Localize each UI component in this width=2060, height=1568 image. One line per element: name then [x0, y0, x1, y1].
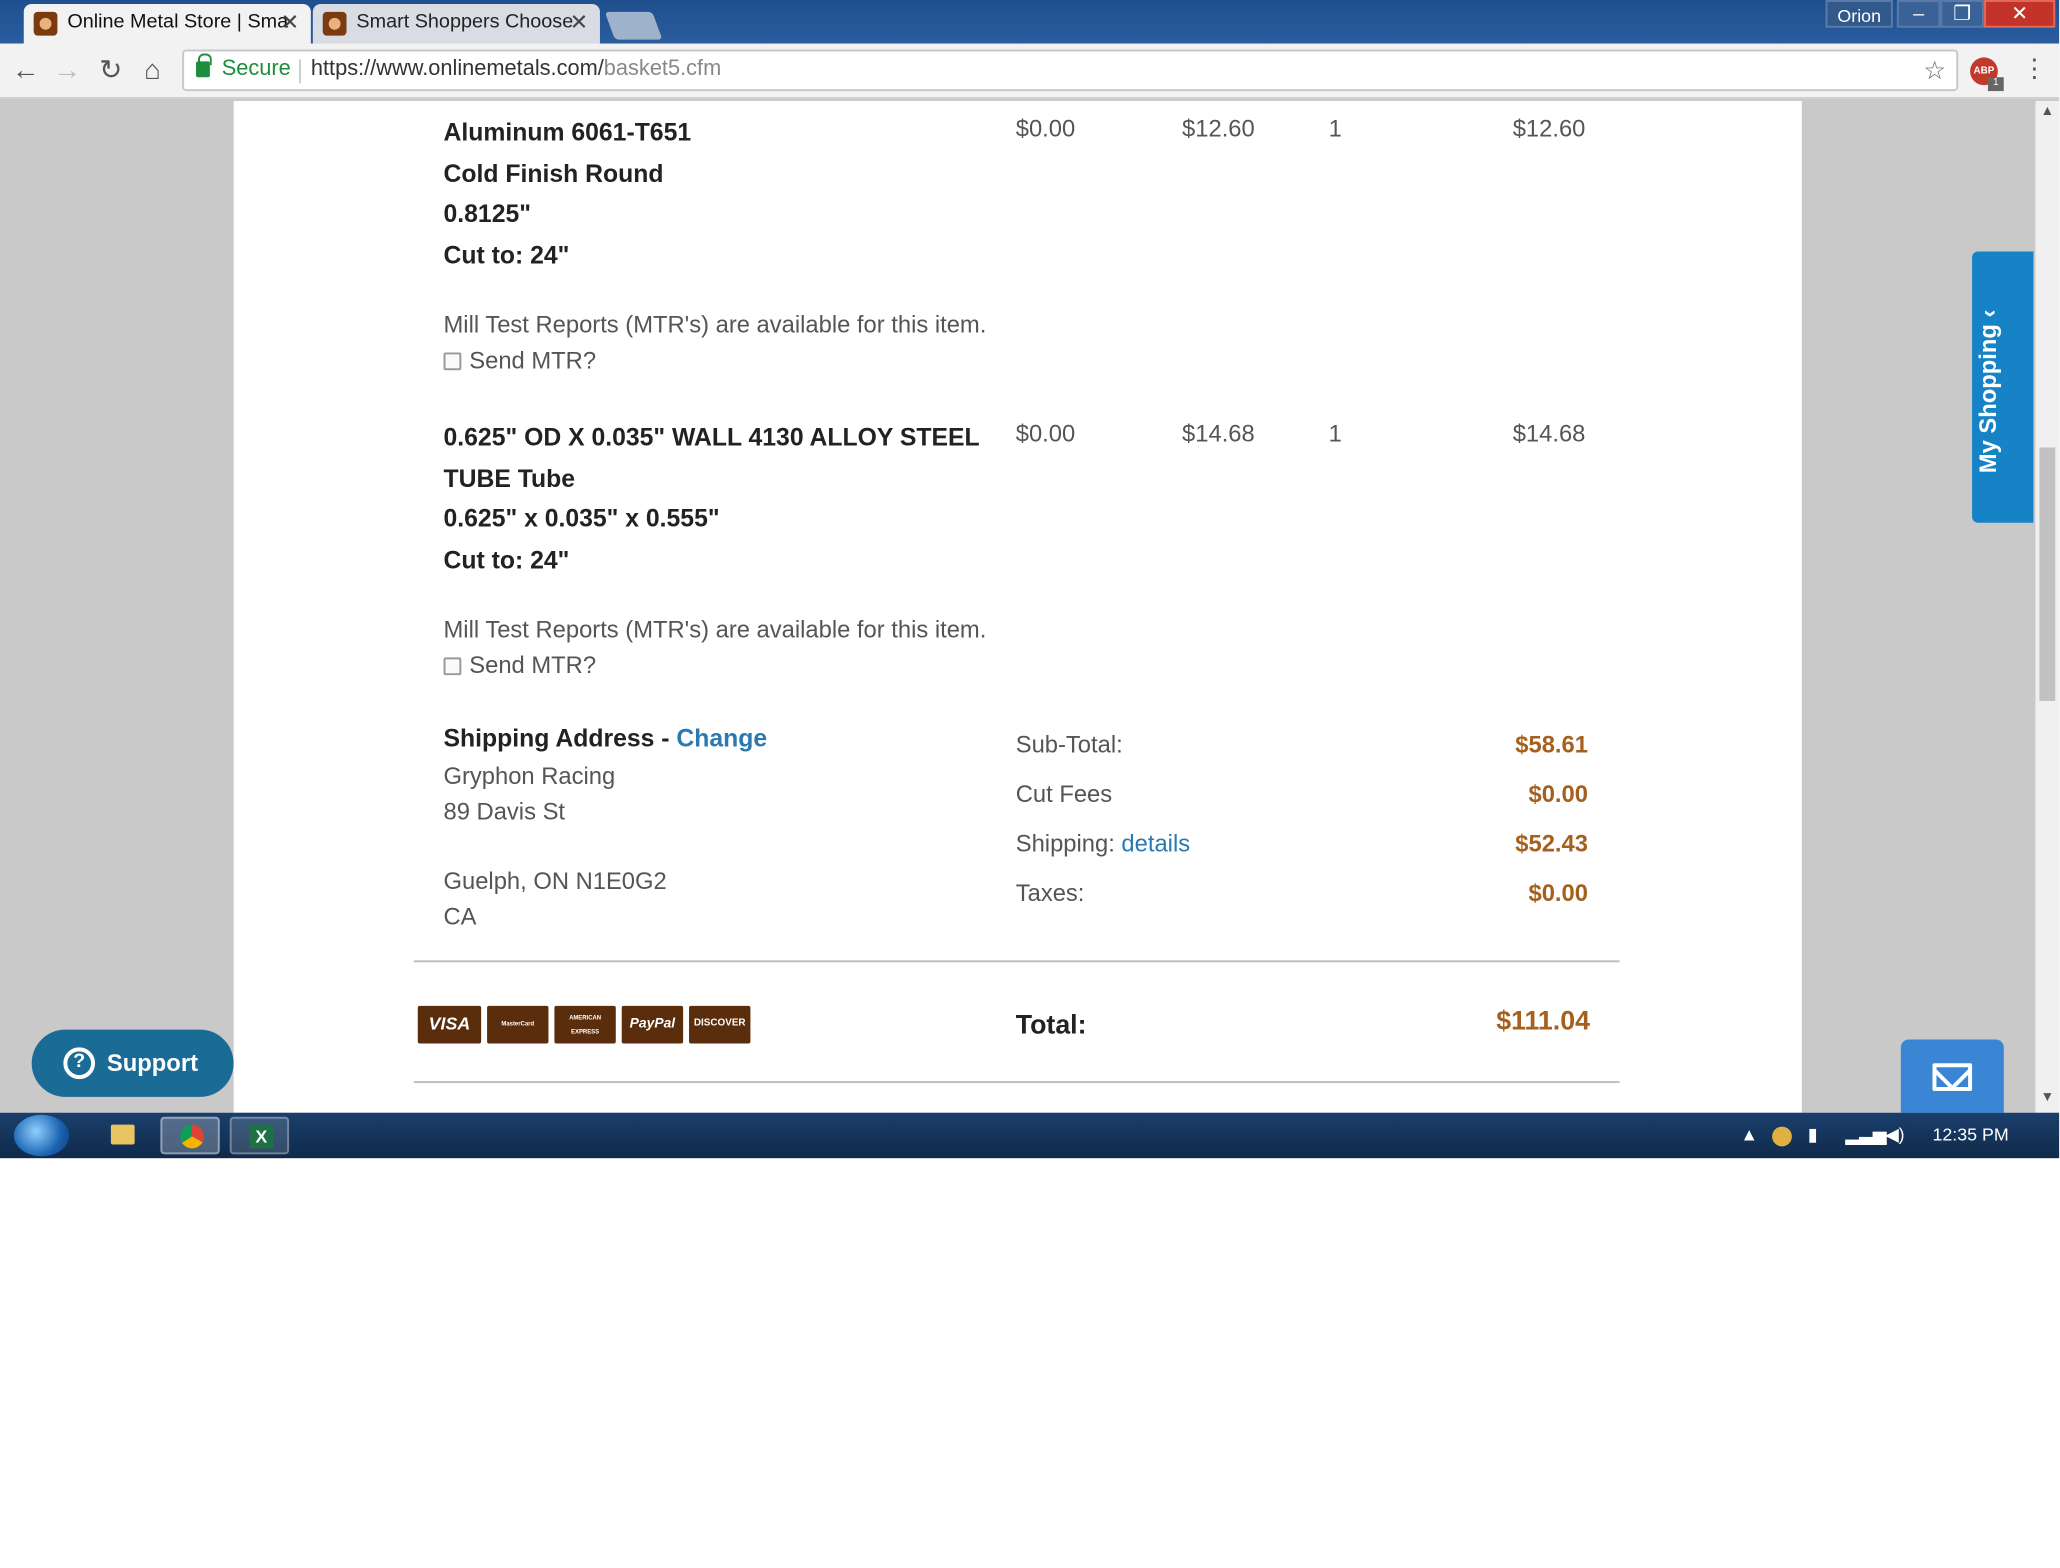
browser-menu-icon[interactable]: ⋮	[2022, 53, 2048, 85]
tray-expand-icon[interactable]: ▲	[1740, 1125, 1758, 1145]
file-explorer-taskbar-icon[interactable]	[93, 1117, 152, 1155]
forward-arrow-icon[interactable]: →	[51, 53, 83, 85]
divider	[413, 1081, 1620, 1084]
tray-app-icon[interactable]	[1772, 1126, 1792, 1147]
cut-fees-value: $0.00	[1528, 780, 1588, 808]
secure-label: Secure	[221, 57, 291, 82]
item-description: 0.625" OD X 0.035" WALL 4130 ALLOY STEEL…	[443, 423, 980, 574]
chevron-up-icon: ‹	[1974, 309, 2002, 318]
back-arrow-icon[interactable]: ←	[10, 53, 42, 85]
address-line: Gryphon Racing	[443, 762, 616, 791]
support-button[interactable]: ? Support	[31, 1029, 234, 1097]
mtr-note: Mill Test Reports (MTR's) are available …	[443, 310, 987, 339]
shipping-label: Shipping: details	[1015, 829, 1191, 858]
tab-close-icon[interactable]: ✕	[570, 10, 588, 36]
url-text[interactable]: https://www.onlinemetals.com/basket5.cfm	[311, 51, 721, 89]
address-line: 89 Davis St	[443, 797, 566, 826]
item-line-total: $14.68	[1512, 419, 1586, 448]
power-icon[interactable]: ▮	[1808, 1125, 1818, 1147]
help-question-icon: ?	[63, 1047, 96, 1080]
item-cut-fee: $0.00	[1015, 419, 1076, 448]
address-line: Guelph, ON N1E0G2	[443, 867, 667, 895]
browser-tab-strip: Online Metal Store | Sma ✕ Smart Shopper…	[0, 0, 2060, 44]
subtotal-label: Sub-Total:	[1015, 730, 1123, 759]
item-description: Aluminum 6061-T651 Cold Finish Round 0.8…	[443, 118, 692, 269]
lock-icon	[196, 53, 212, 78]
screen: Online Metal Store | Sma ✕ Smart Shopper…	[0, 0, 2060, 1159]
browser-toolbar: ← → ↻ ⌂ Secure https://www.onlinemetals.…	[0, 43, 2060, 99]
divider	[413, 960, 1620, 963]
send-mtr-checkbox[interactable]	[443, 656, 462, 675]
total-value: $111.04	[1496, 1005, 1590, 1036]
send-mtr-label: Send MTR?	[469, 651, 597, 680]
scroll-down-arrow-icon[interactable]: ▼	[2039, 1091, 2055, 1105]
close-window-button[interactable]: ✕	[1983, 0, 2056, 28]
contact-mail-button[interactable]	[1900, 1039, 2004, 1113]
network-signal-icon[interactable]: ▂▃▅	[1845, 1125, 1886, 1147]
mtr-note: Mill Test Reports (MTR's) are available …	[443, 615, 987, 644]
reload-icon[interactable]: ↻	[95, 53, 127, 85]
site-favicon-icon	[322, 11, 347, 36]
visa-card-icon: VISA	[417, 1005, 482, 1044]
chrome-taskbar-icon[interactable]	[160, 1116, 220, 1155]
tab-close-icon[interactable]: ✕	[281, 10, 299, 36]
mastercard-card-icon: MasterCard	[487, 1005, 549, 1044]
window-user-badge[interactable]: Orion	[1825, 0, 1893, 28]
address-line: CA	[443, 902, 477, 931]
restore-button[interactable]: ❐	[1940, 0, 1984, 28]
item-unit-price: $14.68	[1182, 419, 1255, 448]
item-unit-price: $12.60	[1182, 114, 1255, 143]
taxes-value: $0.00	[1528, 879, 1588, 907]
change-address-link[interactable]: Change	[676, 725, 767, 753]
item-quantity[interactable]: 1	[1329, 113, 1342, 145]
start-button[interactable]	[13, 1114, 70, 1157]
tab-title: Smart Shoppers Choose	[356, 11, 574, 34]
send-mtr-label: Send MTR?	[469, 346, 597, 375]
extension-badge: 1	[1987, 77, 2004, 92]
support-label: Support	[106, 1049, 198, 1078]
item-quantity[interactable]: 1	[1329, 418, 1342, 450]
scroll-thumb[interactable]	[2039, 447, 2056, 701]
tab-smart-shoppers[interactable]: Smart Shoppers Choose ✕	[312, 3, 600, 44]
item-line-total: $12.60	[1512, 114, 1586, 143]
shipping-value: $52.43	[1515, 829, 1588, 858]
page-viewport: Aluminum 6061-T651 Cold Finish Round 0.8…	[0, 100, 2036, 1113]
item-cut-fee: $0.00	[1015, 114, 1076, 143]
page-scrollbar[interactable]: ▲ ▼	[2035, 100, 2060, 1113]
shipping-details-link[interactable]: details	[1121, 830, 1190, 858]
windows-taskbar: ▲ ▮ ▂▃▅ ◀) 12:35 PM	[0, 1112, 2060, 1159]
send-mtr-checkbox[interactable]	[443, 351, 462, 370]
volume-icon[interactable]: ◀)	[1885, 1125, 1905, 1147]
address-divider	[298, 59, 301, 84]
cut-fees-label: Cut Fees	[1015, 780, 1113, 808]
address-bar[interactable]: Secure https://www.onlinemetals.com/bask…	[182, 49, 1959, 92]
minimize-button[interactable]: –	[1896, 0, 1941, 28]
total-label: Total:	[1015, 1009, 1087, 1040]
excel-taskbar-icon[interactable]	[229, 1116, 290, 1155]
tab-title: Online Metal Store | Sma	[67, 11, 289, 34]
shipping-address-heading: Shipping Address - Change	[443, 724, 768, 753]
scroll-up-arrow-icon[interactable]: ▲	[2039, 105, 2055, 119]
tab-online-metal-store[interactable]: Online Metal Store | Sma ✕	[23, 3, 311, 44]
amex-card-icon: AMERICAN EXPRESS	[554, 1005, 616, 1044]
subtotal-value: $58.61	[1515, 730, 1588, 759]
discover-card-icon: DISCOVER	[689, 1005, 751, 1044]
new-tab-button[interactable]	[604, 11, 663, 40]
cart-panel: Aluminum 6061-T651 Cold Finish Round 0.8…	[233, 100, 1802, 1113]
home-icon[interactable]: ⌂	[137, 53, 169, 85]
my-shopping-tab[interactable]: My Shopping ‹	[1972, 251, 2034, 523]
payment-methods: VISA MasterCard AMERICAN EXPRESS PayPal …	[417, 1005, 751, 1044]
send-mtr-option[interactable]: Send MTR?	[443, 651, 597, 680]
bookmark-star-icon[interactable]: ☆	[1923, 51, 1946, 89]
paypal-card-icon: PayPal	[621, 1005, 684, 1044]
site-favicon-icon	[33, 11, 58, 36]
taxes-label: Taxes:	[1015, 879, 1085, 907]
taskbar-clock[interactable]: 12:35 PM	[1932, 1125, 2008, 1145]
my-shopping-label: My Shopping	[1974, 324, 2002, 474]
envelope-icon	[1932, 1063, 1973, 1091]
send-mtr-option[interactable]: Send MTR?	[443, 346, 597, 375]
